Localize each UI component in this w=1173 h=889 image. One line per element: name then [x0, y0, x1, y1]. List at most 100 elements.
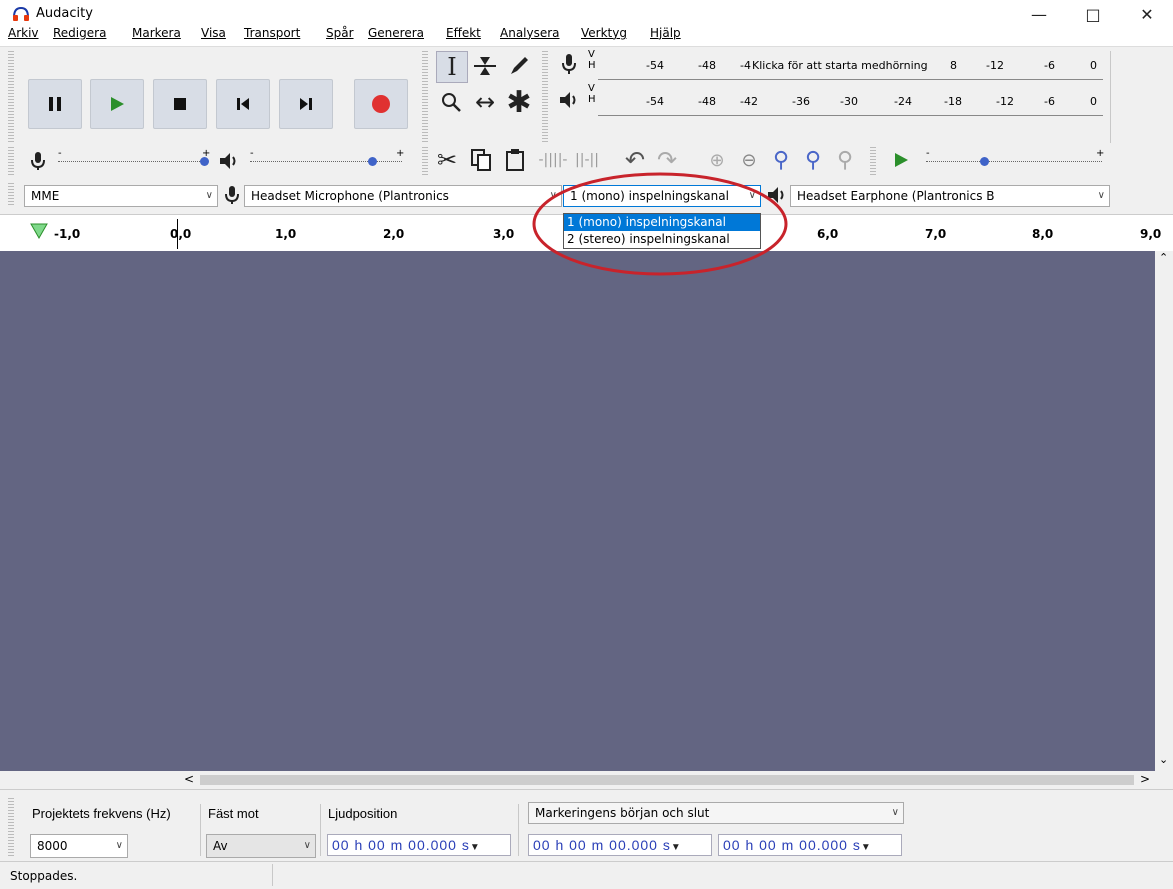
scroll-up-icon[interactable]: ⌃ — [1159, 251, 1168, 264]
dropdown-option-mono[interactable]: 1 (mono) inspelningskanal — [564, 214, 760, 231]
recording-channels-select[interactable]: 1 (mono) inspelningskanal ∨ — [563, 185, 761, 207]
silence-audio-icon: ||-|| — [575, 152, 599, 168]
menu-redigera[interactable]: Redigera — [53, 26, 106, 40]
ruler-label: 2,0 — [383, 227, 405, 241]
fit-selection-button[interactable]: ⚲ — [766, 145, 796, 175]
trim-button[interactable]: -||||- — [538, 145, 568, 175]
skip-end-icon — [300, 98, 312, 110]
menu-visa[interactable]: Visa — [201, 26, 226, 40]
scroll-left-icon[interactable]: < — [184, 772, 194, 786]
dropdown-option-stereo[interactable]: 2 (stereo) inspelningskanal — [564, 231, 760, 248]
selection-tool-button[interactable]: I — [436, 51, 468, 83]
clipboard-icon — [506, 149, 524, 171]
selection-mode-select[interactable]: Markeringens början och slut ∨ — [528, 802, 904, 824]
fit-project-button[interactable]: ⚲ — [798, 145, 828, 175]
record-button[interactable] — [354, 79, 408, 129]
toolbar-grip[interactable] — [422, 51, 428, 143]
toolbar-separator — [200, 804, 201, 856]
menu-effekt[interactable]: Effekt — [446, 26, 481, 40]
record-volume-thumb[interactable] — [200, 157, 209, 166]
zoom-out-button[interactable]: ⊖ — [734, 145, 764, 175]
time-format-arrow-icon[interactable]: ▼ — [671, 842, 682, 853]
play-meter[interactable]: -54 -48 -42 -36 -30 -24 -18 -12 -6 0 — [598, 87, 1103, 116]
menu-transport[interactable]: Transport — [244, 26, 300, 40]
envelope-tool-button[interactable] — [470, 51, 500, 81]
microphone-icon — [225, 186, 239, 204]
copy-button[interactable] — [466, 145, 496, 175]
menu-verktyg[interactable]: Verktyg — [581, 26, 627, 40]
project-rate-select[interactable]: 8000 ∨ — [30, 834, 128, 858]
window-title: Audacity — [36, 6, 93, 21]
scroll-down-icon[interactable]: ⌄ — [1159, 753, 1168, 766]
toolbar-separator — [1110, 51, 1111, 143]
recording-device-select[interactable]: Headset Microphone (Plantronics ∨ — [244, 185, 562, 207]
play-speed-slider[interactable]: - + — [926, 148, 1104, 166]
cut-button[interactable]: ✂ — [432, 145, 462, 175]
status-text: Stoppades. — [10, 869, 78, 883]
selection-end-time[interactable]: 00 h 00 m 00.000 s▼ — [718, 834, 902, 856]
menu-analysera[interactable]: Analysera — [500, 26, 560, 40]
record-meter-prompt: Klicka för att starta medhörning — [752, 59, 928, 72]
toolbar-grip[interactable] — [542, 51, 548, 143]
scroll-right-icon[interactable]: > — [1140, 772, 1150, 786]
toolbar-separator — [320, 804, 321, 856]
paste-button[interactable] — [500, 145, 530, 175]
zoom-toggle-button[interactable]: ⚲ — [830, 145, 860, 175]
zoom-tool-button[interactable] — [436, 87, 466, 117]
stop-icon — [174, 98, 186, 110]
skip-to-end-button[interactable] — [279, 79, 333, 129]
snap-to-label: Fäst mot — [208, 806, 259, 821]
envelope-icon — [474, 57, 496, 75]
menu-arkiv[interactable]: Arkiv — [8, 26, 39, 40]
play-volume-thumb[interactable] — [368, 157, 377, 166]
stop-button[interactable] — [153, 79, 207, 129]
snap-to-select[interactable]: Av ∨ — [206, 834, 316, 858]
toolbar-grip[interactable] — [870, 147, 876, 175]
toolbar-grip[interactable] — [8, 147, 14, 175]
play-speed-thumb[interactable] — [980, 157, 989, 166]
status-separator — [272, 864, 273, 886]
multi-tool-button[interactable]: ✱ — [504, 85, 534, 120]
redo-button[interactable]: ↷ — [652, 145, 682, 175]
toolbar-grip[interactable] — [8, 51, 14, 143]
status-bar: Stoppades. — [0, 861, 1173, 889]
selection-start-time[interactable]: 00 h 00 m 00.000 s▼ — [528, 834, 712, 856]
microphone-icon — [562, 54, 576, 74]
scroll-thumb[interactable] — [200, 775, 1134, 785]
horizontal-scrollbar[interactable]: < > — [0, 771, 1173, 789]
record-meter[interactable]: -54 -48 -4 Klicka för att starta medhörn… — [598, 51, 1103, 80]
undo-button[interactable]: ↶ — [620, 145, 650, 175]
draw-tool-button[interactable] — [504, 51, 534, 81]
recording-channels-dropdown[interactable]: 1 (mono) inspelningskanal 2 (stereo) ins… — [563, 213, 761, 249]
toolbar-grip[interactable] — [8, 183, 14, 207]
zoom-in-button[interactable]: ⊕ — [702, 145, 732, 175]
track-panel[interactable] — [0, 251, 1155, 771]
record-volume-slider[interactable]: - + — [58, 148, 210, 166]
menu-generera[interactable]: Generera — [368, 26, 424, 40]
vertical-scrollbar[interactable]: ⌃ ⌄ — [1155, 251, 1173, 771]
record-meter-button[interactable] — [554, 49, 584, 79]
audio-host-select[interactable]: MME ∨ — [24, 185, 218, 207]
ruler-label: 3,0 — [493, 227, 515, 241]
toolbar-grip[interactable] — [422, 147, 428, 175]
menu-spar[interactable]: Spår — [326, 26, 354, 40]
time-format-arrow-icon[interactable]: ▼ — [861, 842, 872, 853]
play-at-speed-button[interactable] — [886, 145, 916, 175]
play-head-icon[interactable] — [30, 223, 48, 239]
timeshift-tool-button[interactable]: ↔ — [470, 87, 500, 117]
menu-hjalp[interactable]: Hjälp — [650, 26, 681, 40]
chevron-down-icon: ∨ — [303, 840, 311, 851]
silence-button[interactable]: ||-|| — [572, 145, 602, 175]
pause-button[interactable] — [28, 79, 82, 129]
menu-markera[interactable]: Markera — [132, 26, 181, 40]
skip-to-start-button[interactable] — [216, 79, 270, 129]
time-format-arrow-icon[interactable]: ▼ — [470, 842, 481, 853]
toolbar-grip[interactable] — [8, 798, 14, 856]
cursor-line — [177, 219, 178, 249]
play-meter-button[interactable] — [554, 85, 584, 115]
audio-position-time[interactable]: 00 h 00 m 00.000 s▼ — [327, 834, 511, 856]
play-volume-slider[interactable]: - + — [250, 148, 404, 166]
play-button[interactable] — [90, 79, 144, 129]
playback-device-select[interactable]: Headset Earphone (Plantronics B ∨ — [790, 185, 1110, 207]
audio-position-label: Ljudposition — [328, 806, 398, 821]
